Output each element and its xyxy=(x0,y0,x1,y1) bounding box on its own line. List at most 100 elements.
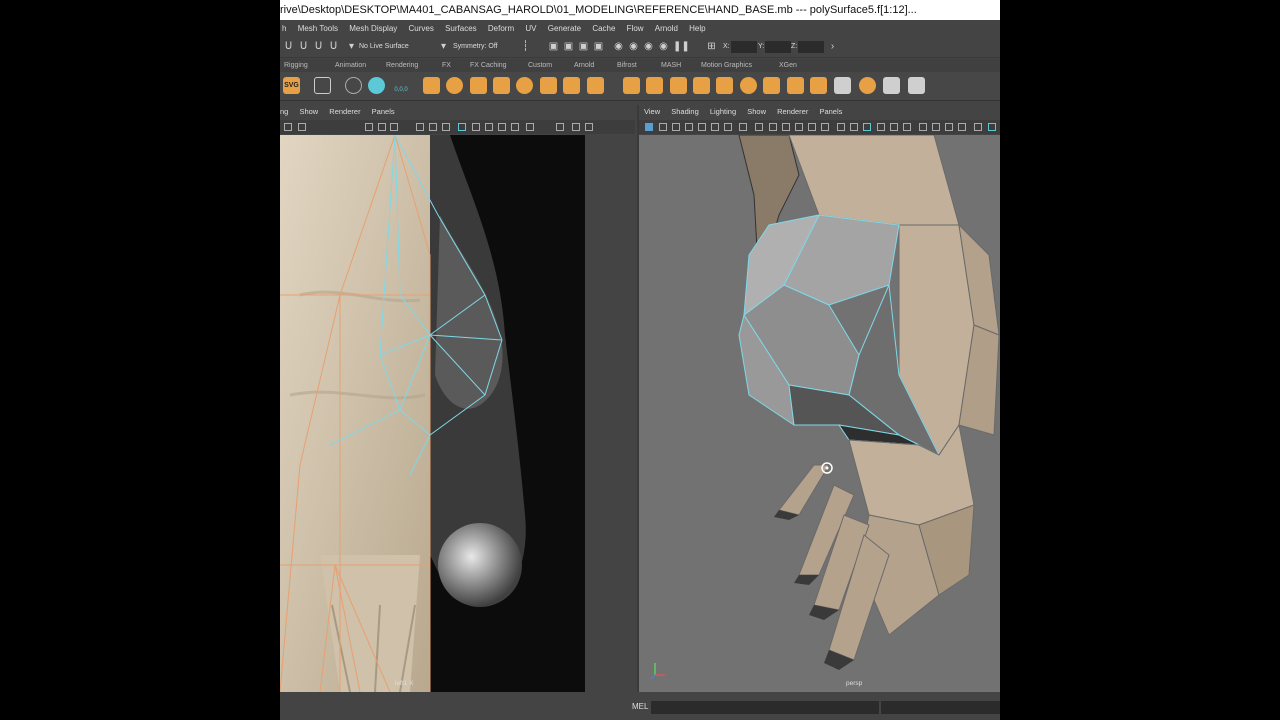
menu-item-mesh-tools[interactable]: Mesh Tools xyxy=(298,20,338,38)
separate-icon[interactable] xyxy=(540,77,557,94)
menu-item-h[interactable]: h xyxy=(282,20,286,38)
shadows-icon[interactable] xyxy=(511,123,519,131)
mel-input[interactable] xyxy=(651,701,879,714)
film-gate-icon[interactable] xyxy=(769,123,777,131)
wireframe-on-shaded-icon[interactable] xyxy=(863,123,871,131)
center-pivot-icon[interactable]: 0,0,0 xyxy=(391,76,411,93)
menu-item-curves[interactable]: Curves xyxy=(409,20,434,38)
safe-action-icon[interactable] xyxy=(821,123,829,131)
chevron-down-icon[interactable]: ▾ xyxy=(346,41,357,52)
merge-icon[interactable] xyxy=(716,77,733,94)
perspective-viewport[interactable]: persp xyxy=(639,135,1000,692)
extrude-icon[interactable] xyxy=(470,77,487,94)
tab-rigging[interactable]: Rigging xyxy=(284,59,308,72)
isolate-icon[interactable] xyxy=(974,123,982,131)
tab-arnold[interactable]: Arnold xyxy=(574,59,594,72)
planar-map-icon[interactable] xyxy=(834,77,851,94)
locator-icon[interactable] xyxy=(345,77,362,94)
grid-icon[interactable] xyxy=(755,123,763,131)
tool-settings-icon[interactable]: ◉ xyxy=(658,41,669,52)
bevel-icon[interactable] xyxy=(670,77,687,94)
multi-cut-icon[interactable] xyxy=(623,77,640,94)
live-surface-label[interactable]: No Live Surface xyxy=(359,41,409,53)
flag-icon[interactable] xyxy=(724,123,732,131)
render-settings-icon[interactable]: ▣ xyxy=(593,41,604,52)
snap-view-icon[interactable]: ᑌ xyxy=(328,41,339,52)
menu-item-lighting[interactable]: Lighting xyxy=(710,107,736,116)
smooth-shade-icon[interactable] xyxy=(472,123,480,131)
chevron-down-icon[interactable]: ▾ xyxy=(438,41,449,52)
camera-attributes-icon[interactable] xyxy=(659,123,667,131)
xray-icon[interactable] xyxy=(988,123,996,131)
resolution-gate-icon[interactable] xyxy=(782,123,790,131)
menu-item-panels[interactable]: Panels xyxy=(372,107,395,116)
camera-icon[interactable] xyxy=(284,123,292,131)
isolate-icon[interactable] xyxy=(572,123,580,131)
film-icon[interactable] xyxy=(739,123,747,131)
cube-icon[interactable] xyxy=(693,77,710,94)
z-field[interactable] xyxy=(798,41,824,53)
hypershade-icon[interactable]: ◉ xyxy=(613,41,624,52)
tab-xgen[interactable]: XGen xyxy=(779,59,797,72)
lasso-icon[interactable] xyxy=(446,77,463,94)
bookmark-icon[interactable] xyxy=(298,123,306,131)
mirror-icon[interactable] xyxy=(587,77,604,94)
pause-icon[interactable]: ❚❚ xyxy=(673,41,690,52)
y-field[interactable] xyxy=(765,41,791,53)
menu-item-shading[interactable]: ng xyxy=(280,107,288,116)
textured-icon[interactable] xyxy=(877,123,885,131)
grid-icon[interactable] xyxy=(314,77,331,94)
menu-item-mesh-display[interactable]: Mesh Display xyxy=(349,20,397,38)
tab-fx[interactable]: FX xyxy=(442,59,451,72)
ao-icon[interactable] xyxy=(526,123,534,131)
safe-frame-icon[interactable] xyxy=(416,123,424,131)
sphere-icon[interactable] xyxy=(740,77,757,94)
menu-item-deform[interactable]: Deform xyxy=(488,20,514,38)
grid-icon[interactable] xyxy=(365,123,373,131)
symmetry-dropdown[interactable]: Symmetry: Off xyxy=(453,41,498,53)
tab-bifrost[interactable]: Bifrost xyxy=(617,59,637,72)
menu-item-shading[interactable]: Shading xyxy=(671,107,699,116)
smooth-icon[interactable] xyxy=(563,77,580,94)
menu-item-panels[interactable]: Panels xyxy=(819,107,842,116)
snap-point-icon[interactable]: ᑌ xyxy=(313,41,324,52)
tab-rendering[interactable]: Rendering xyxy=(386,59,418,72)
lights-icon[interactable] xyxy=(890,123,898,131)
motion-blur-icon[interactable] xyxy=(932,123,940,131)
menu-item-show[interactable]: Show xyxy=(747,107,766,116)
field-chart-icon[interactable] xyxy=(808,123,816,131)
menu-item-renderer[interactable]: Renderer xyxy=(777,107,808,116)
two-d-pan-icon[interactable] xyxy=(698,123,706,131)
transform-mode-icon[interactable]: ⊞ xyxy=(706,41,717,52)
left-viewport[interactable]: left1 X xyxy=(280,135,585,692)
x-field[interactable] xyxy=(731,41,757,53)
menu-item-arnold[interactable]: Arnold xyxy=(655,20,678,38)
uv-editor-icon[interactable] xyxy=(859,77,876,94)
tab-fx-caching[interactable]: FX Caching xyxy=(470,59,507,72)
shadows-icon[interactable] xyxy=(903,123,911,131)
ao-icon[interactable] xyxy=(919,123,927,131)
image-plane-icon[interactable] xyxy=(685,123,693,131)
target-weld-icon[interactable] xyxy=(787,77,804,94)
tab-animation[interactable]: Animation xyxy=(335,59,366,72)
combine-icon[interactable] xyxy=(516,77,533,94)
menu-item-uv[interactable]: UV xyxy=(525,20,536,38)
fill-hole-icon[interactable] xyxy=(763,77,780,94)
render-frame-icon[interactable]: ▣ xyxy=(548,41,559,52)
menu-item-help[interactable]: Help xyxy=(689,20,705,38)
quad-draw-icon[interactable] xyxy=(810,77,827,94)
tab-mash[interactable]: MASH xyxy=(661,59,681,72)
attribute-icon[interactable]: ◉ xyxy=(643,41,654,52)
history-icon[interactable] xyxy=(883,77,900,94)
film-gate-icon[interactable] xyxy=(378,123,386,131)
magnet-icon[interactable]: ᑌ xyxy=(283,41,294,52)
wireframe-icon[interactable] xyxy=(442,123,450,131)
menu-item-flow[interactable]: Flow xyxy=(627,20,644,38)
gate-mask-icon[interactable] xyxy=(795,123,803,131)
render-region-icon[interactable]: ▣ xyxy=(563,41,574,52)
menu-item-surfaces[interactable]: Surfaces xyxy=(445,20,477,38)
smooth-shade-icon[interactable] xyxy=(850,123,858,131)
tab-motion-graphics[interactable]: Motion Graphics xyxy=(701,59,752,72)
xray-joints-icon[interactable] xyxy=(585,123,593,131)
wireframe-on-shaded-icon[interactable] xyxy=(458,123,466,131)
